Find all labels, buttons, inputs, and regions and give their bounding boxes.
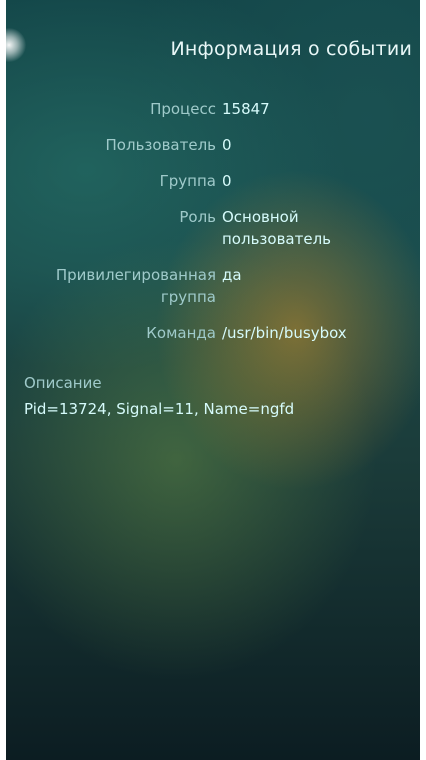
detail-value: 0: [222, 136, 232, 154]
detail-label: Команда: [146, 324, 216, 342]
detail-label: Процесс: [150, 100, 216, 118]
detail-label: Привилегированная группа: [55, 266, 216, 306]
detail-row-privileged-group: Привилегированная группа да: [6, 264, 420, 308]
detail-row-command: Команда /usr/bin/busybox: [6, 322, 420, 344]
detail-value: 15847: [222, 100, 270, 118]
page-title: Информация о событии: [170, 38, 412, 60]
detail-row-user: Пользователь 0: [6, 134, 420, 156]
detail-row-role: Роль Основной пользователь: [6, 206, 420, 250]
description-label: Описание: [24, 374, 102, 392]
event-info-page: Информация о событии Процесс 15847 Польз…: [6, 0, 420, 760]
detail-label: Группа: [159, 172, 216, 190]
detail-row-process: Процесс 15847: [6, 98, 420, 120]
detail-label: Роль: [179, 208, 216, 226]
detail-value: /usr/bin/busybox: [222, 324, 347, 342]
device-frame: Информация о событии Процесс 15847 Польз…: [0, 0, 426, 760]
detail-label: Пользователь: [105, 136, 216, 154]
detail-value: 0: [222, 172, 232, 190]
detail-value: да: [222, 266, 242, 284]
pulley-menu-indicator[interactable]: [6, 28, 26, 62]
detail-row-group: Группа 0: [6, 170, 420, 192]
event-details: Процесс 15847 Пользователь 0 Группа 0 Ро…: [6, 98, 420, 358]
description-value: Pid=13724, Signal=11, Name=ngfd: [24, 400, 295, 418]
detail-value: Основной пользователь: [222, 208, 331, 248]
